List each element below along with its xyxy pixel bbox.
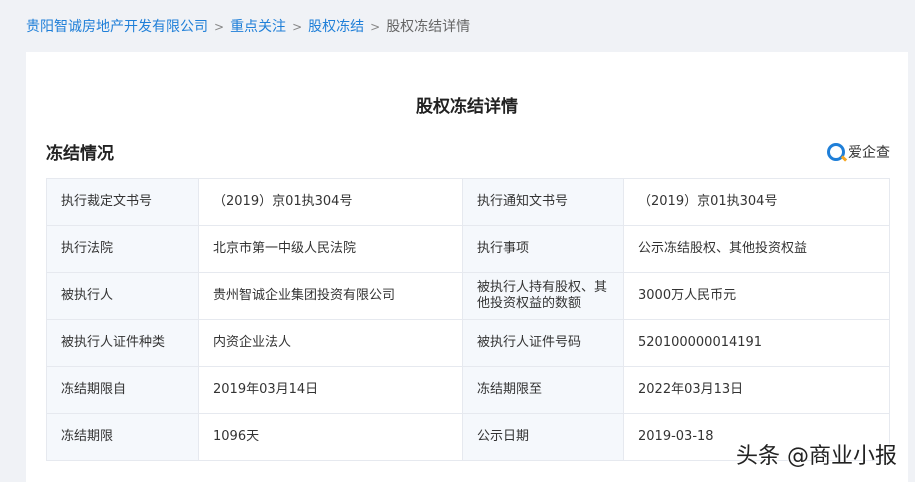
field-label: 被执行人证件种类 [46,319,199,367]
field-label: 执行通知文书号 [462,178,624,226]
watermark: 头条 @商业小报 [736,444,897,469]
section-title: 冻结情况 [46,144,114,164]
breadcrumb-equity-freeze[interactable]: 股权冻结 [308,19,364,35]
table-row: 冻结期限自 2019年03月14日 冻结期限至 2022年03月13日 [46,366,890,414]
field-value: 1096天 [198,413,463,461]
field-label: 冻结期限自 [46,366,199,414]
breadcrumb-company[interactable]: 贵阳智诚房地产开发有限公司 [26,19,208,35]
field-value: （2019）京01执304号 [198,178,463,226]
field-value: 北京市第一中级人民法院 [198,225,463,273]
field-label: 冻结期限至 [462,366,624,414]
table-row: 被执行人证件种类 内资企业法人 被执行人证件号码 520100000014191 [46,319,890,367]
logo-text: 爱企查 [848,145,890,161]
field-value: （2019）京01执304号 [623,178,890,226]
field-label: 被执行人证件号码 [462,319,624,367]
field-value: 公示冻结股权、其他投资权益 [623,225,890,273]
freeze-detail-table: 执行裁定文书号 （2019）京01执304号 执行通知文书号 （2019）京01执30… [46,178,890,461]
breadcrumb-sep: > [214,20,225,34]
table-row: 执行裁定文书号 （2019）京01执304号 执行通知文书号 （2019）京01执30… [46,178,890,226]
field-value: 3000万人民币元 [623,272,890,320]
breadcrumb-sep: > [292,20,303,34]
breadcrumb-focus[interactable]: 重点关注 [230,19,286,35]
breadcrumb: 贵阳智诚房地产开发有限公司 > 重点关注 > 股权冻结 > 股权冻结详情 [26,16,470,36]
field-label: 执行裁定文书号 [46,178,199,226]
field-label: 执行事项 [462,225,624,273]
field-label: 公示日期 [462,413,624,461]
field-value: 内资企业法人 [198,319,463,367]
field-label: 冻结期限 [46,413,199,461]
field-value: 2019年03月14日 [198,366,463,414]
breadcrumb-current: 股权冻结详情 [386,19,471,35]
field-value: 贵州智诚企业集团投资有限公司 [198,272,463,320]
breadcrumb-sep: > [370,20,381,34]
field-label: 被执行人持有股权、其他投资权益的数额 [462,272,624,320]
page-title: 股权冻结详情 [416,97,518,117]
table-row: 执行法院 北京市第一中级人民法院 执行事项 公示冻结股权、其他投资权益 [46,225,890,273]
table-row: 被执行人 贵州智诚企业集团投资有限公司 被执行人持有股权、其他投资权益的数额 3000… [46,272,890,320]
field-label: 被执行人 [46,272,199,320]
magnifier-logo-icon [827,143,845,161]
field-value: 520100000014191 [623,319,890,367]
aiqicha-logo: 爱企查 [827,142,890,162]
field-value: 2022年03月13日 [623,366,890,414]
detail-card: 股权冻结详情 冻结情况 爱企查 执行裁定文书号 （2019）京01执304号 执行通… [26,52,908,482]
field-label: 执行法院 [46,225,199,273]
